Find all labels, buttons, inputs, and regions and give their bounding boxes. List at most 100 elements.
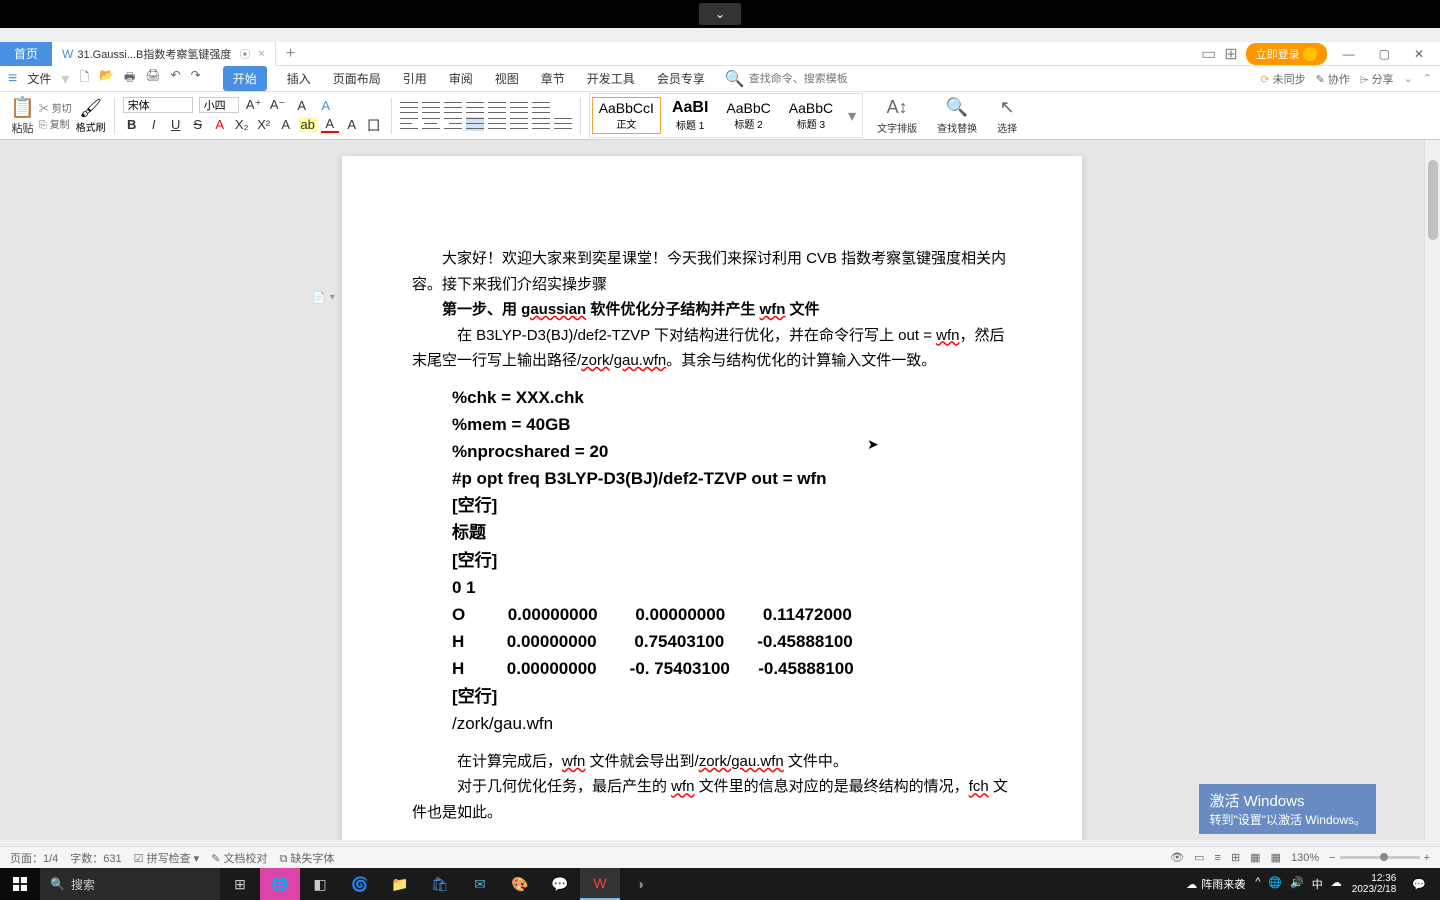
numbering-button[interactable] xyxy=(422,101,440,115)
strikethrough-button[interactable]: S xyxy=(189,117,207,132)
style-heading1[interactable]: AaBI 标题 1 xyxy=(665,96,715,135)
taskbar-search[interactable]: 🔍 搜索 xyxy=(40,868,220,900)
menu-tab-developer[interactable]: 开发工具 xyxy=(585,66,637,91)
font-case-icon[interactable]: A xyxy=(293,98,311,113)
find-replace-button[interactable]: 🔍 查找替换 xyxy=(931,97,983,135)
page-mark-icon[interactable]: 📄▾ xyxy=(312,291,335,304)
style-heading3[interactable]: AaBbC 标题 3 xyxy=(782,97,840,134)
tab-close-icon[interactable]: × xyxy=(258,48,264,60)
char-border-button[interactable]: 囗 xyxy=(365,115,383,134)
tray-weather[interactable]: ☁ 阵雨来袭 xyxy=(1186,876,1245,892)
taskbar-app-wps[interactable]: W xyxy=(580,868,620,900)
print-icon[interactable]: 🖶 xyxy=(124,68,135,89)
print-preview-icon[interactable]: 🖨 xyxy=(145,68,160,89)
tray-up-icon[interactable]: ^ xyxy=(1255,876,1260,892)
zoom-level[interactable]: 130% xyxy=(1291,852,1319,864)
view-page-icon[interactable]: ▭ xyxy=(1194,851,1204,864)
copy-button[interactable]: ⎘ 复制 xyxy=(39,116,72,131)
style-gallery[interactable]: AaBbCcI 正文 AaBI 标题 1 AaBbC 标题 2 AaBbC 标题… xyxy=(589,93,863,138)
command-search-input[interactable] xyxy=(749,73,869,85)
align-left-button[interactable] xyxy=(400,117,418,131)
status-page[interactable]: 页面：1/4 xyxy=(10,850,58,866)
select-button[interactable]: ↖ 选择 xyxy=(991,97,1023,135)
align-dist-button[interactable] xyxy=(488,117,506,131)
menu-tab-view[interactable]: 视图 xyxy=(493,66,521,91)
taskbar-app-mail[interactable]: ✉ xyxy=(460,868,500,900)
view-grid-icon[interactable]: ▦ xyxy=(1271,851,1281,864)
redo-icon[interactable]: ↷ xyxy=(191,68,201,89)
borders-button[interactable] xyxy=(554,117,572,131)
indent-dec-button[interactable] xyxy=(466,101,484,115)
menu-tab-reference[interactable]: 引用 xyxy=(401,66,429,91)
subscript-button[interactable]: X₂ xyxy=(233,117,251,132)
tray-cloud-icon[interactable]: ☁ xyxy=(1331,876,1342,892)
style-more-icon[interactable]: ▾ xyxy=(844,106,860,126)
bullets-button[interactable] xyxy=(400,101,418,115)
format-painter-icon[interactable]: 🖌 xyxy=(79,98,102,119)
font-color-button[interactable]: A xyxy=(211,117,229,132)
login-button[interactable]: 立即登录 xyxy=(1246,43,1327,65)
sync-status[interactable]: ⟳ 未同步 xyxy=(1260,71,1305,87)
open-icon[interactable]: 📂 xyxy=(99,68,114,89)
highlight-button[interactable]: ab xyxy=(299,117,317,132)
zoom-out-icon[interactable]: − xyxy=(1329,852,1335,864)
window-close-button[interactable]: ✕ xyxy=(1406,45,1432,63)
taskbar-app-edge[interactable]: 🌀 xyxy=(340,868,380,900)
underline-button[interactable]: U xyxy=(167,117,185,132)
tray-clock[interactable]: 12:36 2023/2/18 xyxy=(1352,873,1397,895)
more-icon[interactable]: ⌃ xyxy=(1423,72,1432,85)
font-size-select[interactable] xyxy=(199,97,239,113)
collab-button[interactable]: ✎ 协作 xyxy=(1316,71,1350,87)
font-clear-icon[interactable]: A xyxy=(317,98,335,113)
tab-home[interactable]: 首页 xyxy=(0,42,52,66)
zoom-in-icon[interactable]: + xyxy=(1424,852,1430,864)
document-content[interactable]: 大家好！欢迎大家来到奕星课堂！今天我们来探讨利用 CVB 指数考察氢键强度相关内… xyxy=(412,246,1012,825)
align-center-button[interactable] xyxy=(422,117,440,131)
text-effect-button[interactable]: A xyxy=(277,117,295,132)
menu-file[interactable]: 文件 xyxy=(21,68,57,89)
align-justify-button[interactable] xyxy=(466,117,484,131)
document-area[interactable]: 📄▾ ➤ 大家好！欢迎大家来到奕星课堂！今天我们来探讨利用 CVB 指数考察氢键… xyxy=(0,140,1424,840)
text-dir-button[interactable] xyxy=(532,101,550,115)
save-icon[interactable]: 🗋 xyxy=(79,68,89,89)
menu-tab-start[interactable]: 开始 xyxy=(223,66,267,91)
start-button[interactable] xyxy=(0,868,40,900)
bold-button[interactable]: B xyxy=(123,117,141,132)
taskbar-app-globe[interactable]: 🌐 xyxy=(260,868,300,900)
tab-add-button[interactable]: + xyxy=(276,41,305,67)
tray-volume-icon[interactable]: 🔊 xyxy=(1290,876,1304,892)
view-outline-icon[interactable]: ≡ xyxy=(1215,852,1221,864)
indent-inc-button[interactable] xyxy=(488,101,506,115)
font-shrink-icon[interactable]: A⁻ xyxy=(269,97,287,113)
view-mode-icon-1[interactable]: ▭ xyxy=(1201,44,1216,64)
window-minimize-button[interactable]: — xyxy=(1335,45,1363,63)
view-read-icon[interactable]: ▦ xyxy=(1250,851,1260,864)
task-view-icon[interactable]: ⊞ xyxy=(220,868,260,900)
align-right-button[interactable] xyxy=(444,117,462,131)
taskbar-app-explorer[interactable]: 📁 xyxy=(380,868,420,900)
tab-document[interactable]: W 31.Gaussi...B指数考察氢键强度 ⦿ × xyxy=(52,42,276,66)
menu-tab-member[interactable]: 会员专享 xyxy=(655,66,707,91)
tray-ime-icon[interactable]: 中 xyxy=(1312,876,1323,892)
view-eye-icon[interactable]: 👁 xyxy=(1170,851,1184,864)
share-button[interactable]: ⌲ 分享 xyxy=(1360,71,1394,87)
status-words[interactable]: 字数：631 xyxy=(70,850,121,866)
menu-tab-insert[interactable]: 插入 xyxy=(285,66,313,91)
taskbar-app-other[interactable]: ◑ xyxy=(620,868,660,900)
app-menu-icon[interactable]: ≡ xyxy=(8,70,17,88)
font-grow-icon[interactable]: A⁺ xyxy=(245,97,263,113)
status-doc-proof[interactable]: ✎ 文档校对 xyxy=(211,850,267,866)
text-layout-button[interactable]: A↕ 文字排版 xyxy=(871,97,923,135)
paste-button[interactable]: 粘贴 xyxy=(11,120,33,136)
tray-net-icon[interactable]: 🌐 xyxy=(1268,876,1282,892)
italic-button[interactable]: I xyxy=(145,117,163,132)
style-heading2[interactable]: AaBbC 标题 2 xyxy=(719,97,777,134)
paste-icon[interactable]: 📋 xyxy=(10,95,35,120)
taskbar-app-paint[interactable]: 🎨 xyxy=(500,868,540,900)
taskbar-app-store[interactable]: 🛍 xyxy=(420,868,460,900)
line-spacing-button[interactable] xyxy=(510,117,528,131)
font-name-select[interactable] xyxy=(123,97,193,113)
chevron-down-icon[interactable]: ⌄ xyxy=(699,3,741,25)
view-web-icon[interactable]: ⊞ xyxy=(1231,851,1240,864)
menu-tab-layout[interactable]: 页面布局 xyxy=(331,66,383,91)
